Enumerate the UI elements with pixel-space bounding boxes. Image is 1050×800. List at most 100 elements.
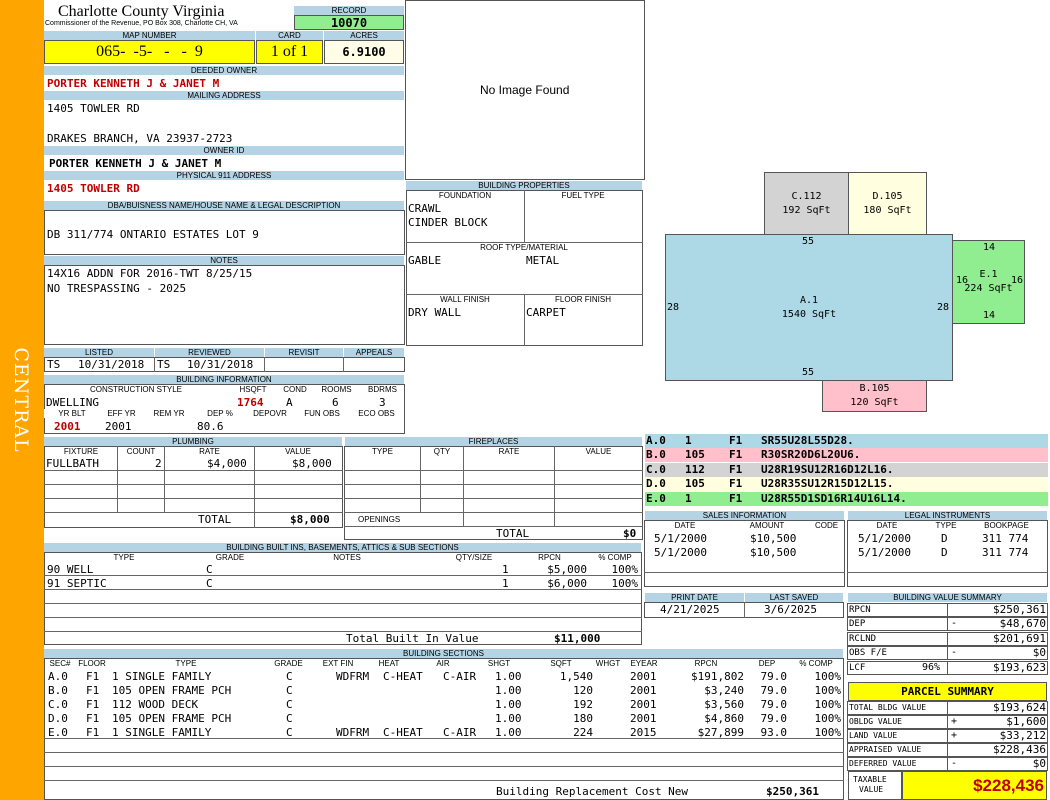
reviewed-by: TS: [157, 358, 171, 371]
parcel-value: $193,624: [993, 701, 1046, 714]
plumb-count: 2: [155, 457, 162, 470]
sketch-c-name: C.112: [791, 190, 822, 202]
mailing-line-1: 1405 TOWLER RD: [47, 102, 140, 115]
bvs-label: BUILDING VALUE SUMMARY: [848, 593, 1047, 602]
notes-line-2: NO TRESPASSING - 2025: [47, 282, 187, 295]
builtins-label: BUILDING BUILT INS, BASEMENTS, ATTICS & …: [44, 543, 641, 552]
effyr-label: EFF YR: [101, 409, 142, 418]
builtin-grade: C: [206, 563, 213, 576]
section-cell: 1.00: [495, 684, 522, 697]
section-cell: F1: [86, 670, 100, 683]
divider: [847, 572, 1048, 573]
vector-code: U28R35SU12R15D12L15.: [761, 477, 894, 491]
sketch-b-area: 120 SqFt: [850, 397, 899, 408]
sale-date: 5/1/2000: [654, 546, 707, 559]
wall-finish: DRY WALL: [408, 306, 461, 319]
last-saved-label: LAST SAVED: [745, 593, 843, 602]
section-cell: 2001: [630, 670, 657, 683]
eff-year: 2001: [105, 420, 132, 433]
section-header-13: % COMP: [789, 659, 843, 668]
bldg-props-label: BUILDING PROPERTIES: [406, 181, 642, 190]
record-label: RECORD: [294, 6, 404, 15]
plumb-value: $8,000: [292, 457, 332, 470]
mailing-line-2: DRAKES BRANCH, VA 23937-2723: [47, 132, 233, 145]
rate-label: RATE: [165, 447, 254, 456]
notes-line-1: 14X16 ADDN FOR 2016-TWT 8/25/15: [47, 267, 253, 280]
funobs-label: FUN OBS: [296, 409, 348, 418]
divider: [44, 631, 642, 632]
section-cell: 100%: [814, 712, 842, 725]
listed-label: LISTED: [44, 348, 154, 357]
parcel-summary-label: PARCEL SUMMARY: [848, 682, 1047, 701]
vector-row: A.0 1 F1 SR55U28L55D28.: [645, 434, 1048, 448]
sketch-e-bottom: 14: [983, 310, 996, 321]
section-cell: 112 WOOD DECK: [112, 698, 199, 711]
appeals-label: APPEALS: [344, 348, 404, 357]
section-cell: 79.0: [760, 712, 788, 725]
map-number-value: 065- -5- - - 9: [44, 40, 255, 64]
section-cell: 2001: [630, 712, 657, 725]
physical-address: 1405 TOWLER RD: [47, 182, 140, 195]
bdrms: 3: [379, 396, 386, 409]
bvs-divider: [947, 618, 948, 631]
divider: [344, 512, 643, 513]
builtin-qty: 1: [502, 563, 509, 576]
section-cell: 192: [573, 698, 593, 711]
section-cell: B.0: [48, 684, 68, 697]
parcel-key: TOTAL BLDG VALUE: [849, 703, 927, 712]
section-header-5: HEAT: [363, 659, 415, 668]
divider: [117, 446, 118, 512]
no-image-text: No Image Found: [480, 83, 570, 97]
fp-total-label: TOTAL: [496, 527, 530, 540]
vector-code: U28R55D1SD16R14U16L14.: [761, 491, 907, 505]
bvs-value: $201,691: [993, 631, 1046, 645]
vector-sec: D.0: [646, 477, 666, 491]
parcel-divider: [947, 758, 948, 770]
li-type-label: TYPE: [927, 521, 965, 530]
vector-floor: F1: [729, 477, 743, 491]
parcel-row: LAND VALUE + $33,212: [847, 729, 1048, 743]
fp-value-label: VALUE: [555, 447, 642, 456]
card-value: 1 of 1: [256, 40, 323, 64]
section-header-4: EXT FIN: [314, 659, 362, 668]
parcel-sign: +: [951, 716, 958, 727]
vector-code: SR55U28L55D28.: [761, 434, 854, 447]
sales-date-label: DATE: [645, 521, 725, 530]
vector-num: 105: [685, 477, 705, 491]
plumb-rate: $4,000: [207, 457, 247, 470]
floor-finish-label: FLOOR FINISH: [525, 295, 641, 304]
bvs-divider: [947, 632, 948, 645]
listed-date: 10/31/2018: [78, 358, 145, 371]
divider: [44, 484, 343, 485]
vector-floor: F1: [729, 462, 743, 476]
legal-inst-label: LEGAL INSTRUMENTS: [848, 511, 1047, 520]
parcel-key: LAND VALUE: [849, 731, 898, 740]
taxable-value: $228,436: [902, 771, 1047, 800]
legal-bookpage: 311 774: [982, 546, 1029, 559]
bvs-row: DEP - $48,670: [847, 617, 1048, 632]
builtin-type: 90 WELL: [47, 563, 94, 576]
bvs-row: LCF 96% $193,623: [847, 660, 1048, 675]
vector-row: E.0 1 F1 U28R55D1SD16R14U16L14.: [645, 491, 1048, 506]
cond: A: [286, 396, 293, 409]
section-cell: C: [286, 670, 293, 683]
floor-finish: CARPET: [526, 306, 566, 319]
legal-date: 5/1/2000: [858, 546, 911, 559]
vector-sec: A.0: [646, 434, 666, 447]
divider: [44, 766, 844, 767]
li-bookpage-label: BOOKPAGE: [966, 521, 1047, 530]
plumbing-label: PLUMBING: [44, 437, 342, 446]
bvs-divider: [947, 604, 948, 616]
vector-num: 112: [685, 462, 705, 476]
section-cell: $191,802: [691, 670, 744, 683]
divider: [343, 357, 344, 372]
builtin-rpcn: $6,000: [547, 577, 587, 590]
vector-num: 105: [685, 448, 705, 462]
parcel-sign: +: [951, 730, 958, 741]
vector-sec: C.0: [646, 462, 666, 476]
parcel-divider: [947, 702, 948, 714]
sale-amount: $10,500: [750, 532, 797, 545]
sketch-e-left: 16: [956, 275, 969, 286]
divider: [264, 357, 265, 372]
vector-floor: F1: [729, 491, 743, 505]
